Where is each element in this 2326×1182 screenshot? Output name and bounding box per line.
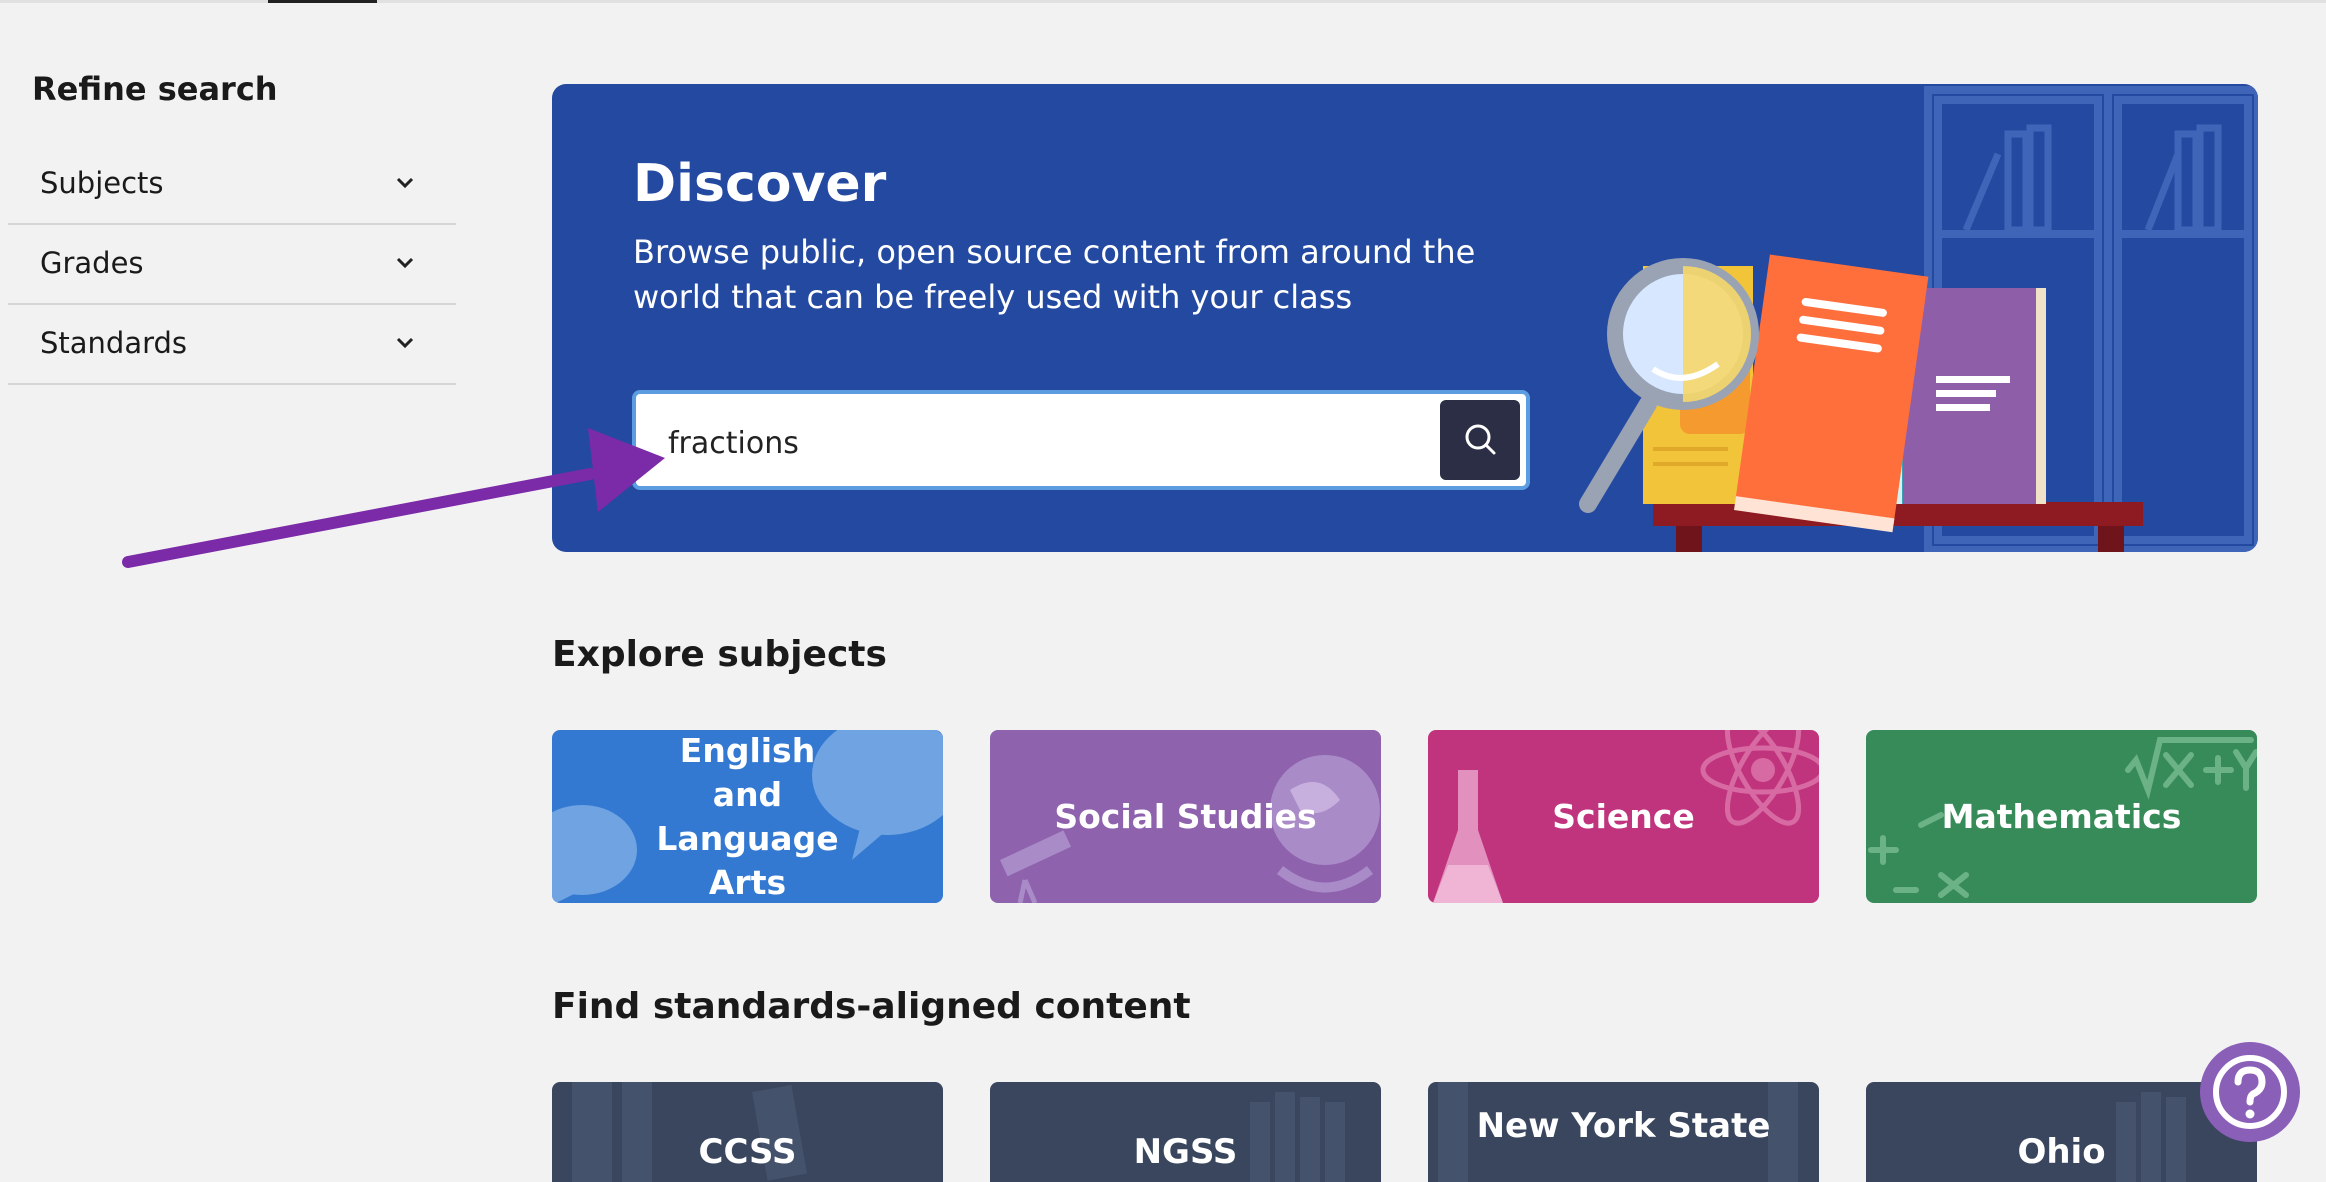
filter-grades[interactable]: Grades bbox=[8, 224, 456, 305]
chevron-down-icon bbox=[396, 337, 414, 349]
subject-card-mathematics[interactable]: Mathematics bbox=[1866, 730, 2257, 903]
subject-label: Social Studies bbox=[1054, 796, 1317, 836]
search-box bbox=[632, 390, 1530, 490]
standard-label: NGSS bbox=[1133, 1132, 1238, 1172]
standards-section-title: Find standards-aligned content bbox=[552, 986, 1191, 1027]
discover-description: Browse public, open source content from … bbox=[633, 233, 1476, 316]
subject-label: English and Language Arts bbox=[656, 730, 839, 902]
standard-card-new-york-state[interactable]: New York State bbox=[1428, 1082, 1819, 1182]
subject-card-science[interactable]: Science bbox=[1428, 730, 1819, 903]
standard-card-ccss[interactable]: CCSS bbox=[552, 1082, 943, 1182]
chevron-down-icon bbox=[396, 257, 414, 269]
filter-subjects[interactable]: Subjects bbox=[8, 144, 456, 225]
search-icon bbox=[1465, 424, 1496, 455]
top-tab-bar bbox=[0, 0, 2326, 3]
filter-standards[interactable]: Standards bbox=[8, 304, 456, 385]
chevron-down-icon bbox=[396, 177, 414, 189]
search-input[interactable] bbox=[666, 414, 1450, 472]
standard-card-ohio[interactable]: Ohio bbox=[1866, 1082, 2257, 1182]
question-icon bbox=[2213, 1055, 2287, 1129]
standard-label: Ohio bbox=[2017, 1132, 2106, 1172]
active-tab-indicator bbox=[268, 0, 377, 3]
search-button[interactable] bbox=[1440, 400, 1520, 480]
refine-search-title: Refine search bbox=[32, 70, 278, 108]
filter-label: Standards bbox=[40, 326, 188, 360]
filter-label: Subjects bbox=[40, 166, 164, 200]
standard-label: New York State bbox=[1476, 1106, 1771, 1146]
explore-subjects-title: Explore subjects bbox=[552, 634, 887, 675]
discover-title: Discover bbox=[633, 154, 887, 214]
subject-card-english-language-arts[interactable]: English and Language Arts bbox=[552, 730, 943, 903]
subject-label: Mathematics bbox=[1941, 796, 2182, 836]
filter-label: Grades bbox=[40, 246, 144, 280]
standard-label: CCSS bbox=[698, 1132, 797, 1172]
discover-banner: Discover Browse public, open source cont… bbox=[552, 84, 2258, 552]
subject-label: Science bbox=[1552, 796, 1695, 836]
help-button[interactable] bbox=[2200, 1042, 2300, 1142]
subject-card-social-studies[interactable]: Social Studies bbox=[990, 730, 1381, 903]
bookshelf-illustration bbox=[1579, 86, 2258, 552]
standard-card-ngss[interactable]: NGSS bbox=[990, 1082, 1381, 1182]
